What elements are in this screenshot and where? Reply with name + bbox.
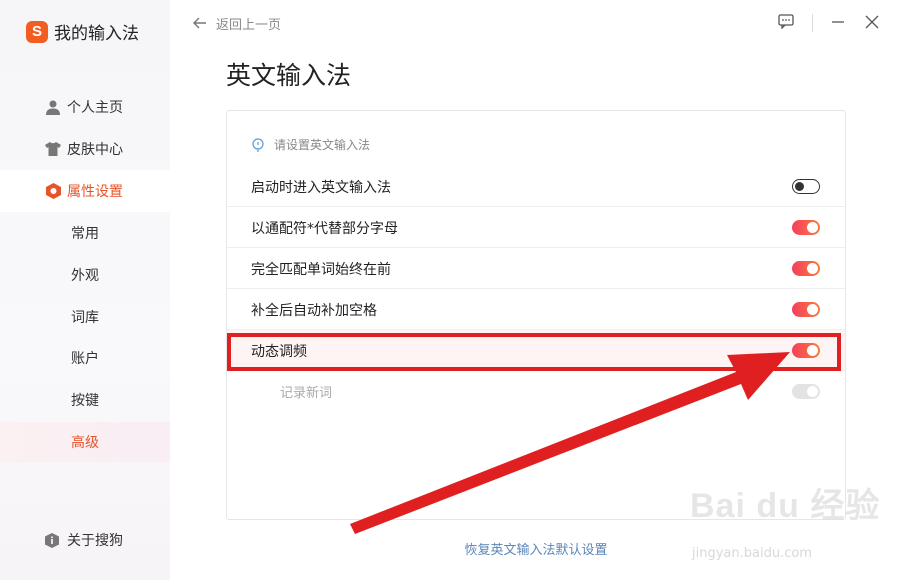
reset-defaults-link[interactable]: 恢复英文输入法默认设置 (0, 539, 900, 558)
reset-link-label: 恢复英文输入法默认设置 (464, 543, 608, 558)
annotation-arrow-icon (350, 352, 790, 534)
